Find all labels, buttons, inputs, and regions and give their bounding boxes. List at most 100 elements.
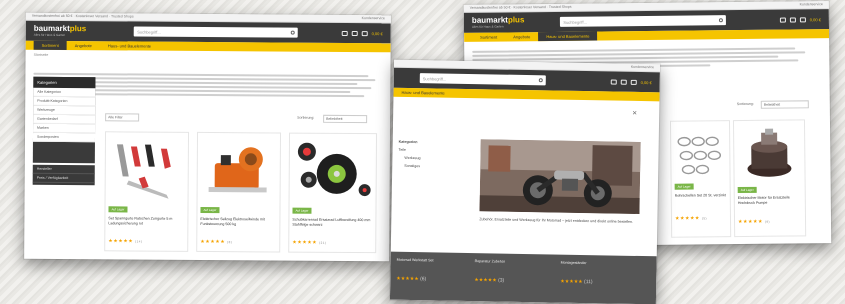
sidebar-item[interactable]: Alle Kategorien [33,87,96,98]
search-placeholder: Suchbegriff... [137,29,161,35]
account-icon[interactable] [789,16,796,23]
rating-stars: ★★★★★ (8) [200,238,233,246]
review-count: (9) [764,219,771,224]
nav-item[interactable]: Haus- und Bauelemente [100,41,159,50]
close-icon[interactable]: ✕ [632,110,637,117]
rating-stars: ★★★★★ (9) [738,218,771,226]
lower-product-row: Motorrad Werkstatt Set Reparatur Zubehör… [389,251,657,304]
browser-window-left: Versandkostenfrei ab 50 € · Kostenloser … [24,12,391,262]
filter-item[interactable]: Preis / Verfügbarkeit [32,173,95,184]
rating-stars: ★★★★★ (11) [560,278,593,286]
site-header: baumarktplus Alles für Haus & Garten Suc… [25,20,391,44]
search-input[interactable]: Suchbegriff... [134,26,299,38]
sidebar-item[interactable]: Gartenbedarf [33,114,96,125]
sort-select[interactable]: Beliebtheit [760,100,809,109]
cart-total[interactable]: 0,00 € [641,80,652,85]
search-icon[interactable] [291,30,296,35]
search-input[interactable]: Suchbegriff... [419,73,546,86]
filter-select[interactable]: Alle Filter [105,113,140,122]
sidebar-heading: Kategorien [33,76,96,89]
stock-badge: Auf Lager [292,207,312,214]
product-card[interactable]: Auf Lager Elektrischer Seilzug Elektrose… [196,131,282,253]
rating-stars: ★★★★★ (14) [108,238,143,245]
stock-badge: Auf Lager [737,186,757,194]
logo-text: baumarkt [471,15,508,25]
cart-icon[interactable] [799,16,806,22]
logo-text: baumarkt [33,23,70,34]
search-icon[interactable] [719,18,724,23]
sidebar-item[interactable]: Sonderposten [32,132,96,143]
side-list-item[interactable]: Teile [399,148,449,153]
product-image [208,147,267,193]
category-sidebar: Kategorien Alle Kategorien Produkt-Kateg… [32,76,96,164]
product-title[interactable]: Montageständer [561,261,631,266]
top-info-text: Versandkostenfrei ab 50 € · Kostenloser … [31,13,134,19]
review-count: (5) [701,216,707,221]
sort-label: Sortierung: [736,101,754,107]
nav-item[interactable]: Haus- und Bauelemente [393,88,452,98]
product-image [297,142,371,197]
logo[interactable]: baumarktplus Alles für Haus & Garten [33,23,87,38]
side-list-item[interactable]: Kategorien [399,140,449,145]
product-card[interactable]: Auf Lager Rohrschellen Set 20 St. verzin… [669,120,732,238]
search-placeholder: Suchbegriff... [563,19,587,25]
product-title[interactable]: Elektrischer Motor für Ersatzteile Hochd… [738,195,802,205]
product-card[interactable]: Auf Lager Set Spanngurte Ratschen Zurrgu… [104,131,190,252]
cart-total[interactable]: 0,00 € [372,31,383,36]
customer-service-link[interactable]: Kundenservice [362,15,385,22]
motorcycle-workshop-image [479,139,641,215]
nav-item-active[interactable]: Haus- und Bauelemente [538,31,598,42]
logo-tagline: Alles für Haus & Garten [33,32,66,38]
nav-item[interactable]: Angebote [505,32,538,41]
rating-stars: ★★★★★ (3) [474,277,505,284]
logo-accent: plus [69,24,87,34]
search-icon[interactable] [538,78,543,83]
side-list-item[interactable]: Sonstiges [404,164,448,169]
product-card[interactable]: Auf Lager Elektrischer Motor für Ersatzt… [732,119,807,238]
sort-select[interactable]: Beliebtheit [323,114,368,124]
review-count: (8) [227,240,233,245]
rating-stars: ★★★★★ (6) [396,275,427,283]
wishlist-icon[interactable] [779,17,786,23]
product-title[interactable]: Motorrad Werkstatt Set [397,258,461,263]
wishlist-icon[interactable] [610,78,617,85]
review-count: (21) [319,240,327,245]
nav-item[interactable]: Sortiment [472,32,505,41]
cart-icon[interactable] [361,30,368,36]
nav-item-active[interactable]: Sortiment [33,40,67,51]
header-icons: 0,00 € [610,78,652,85]
product-title[interactable]: Set Spanngurte Ratschen Zurrgurte 5 m La… [108,216,184,226]
product-title[interactable]: Reparatur Zubehör [475,259,539,264]
rating-stars: ★★★★★ (21) [292,239,327,246]
wishlist-icon[interactable] [341,30,348,36]
product-title[interactable]: Rohrschellen Set 20 St. verzinkt [675,193,727,198]
review-count: (3) [498,277,505,284]
account-icon[interactable] [620,79,627,85]
filter-item[interactable]: Hersteller [32,164,95,175]
sidebar-item[interactable]: Marken [33,123,96,134]
logo-accent: plus [507,15,525,25]
breadcrumb[interactable]: Startseite [26,50,391,63]
customer-service-link[interactable]: Kundenservice [631,64,654,71]
product-title[interactable]: Schubkarrenrad Ersatzrad Luftbereifung 4… [292,218,372,228]
header-icons: 0,00 € [341,30,383,36]
search-placeholder: Suchbegriff... [422,75,447,82]
cart-icon[interactable] [630,79,637,85]
search-input[interactable]: Suchbegriff... [560,15,727,27]
stock-badge: Auf Lager [200,206,220,214]
sidebar-item[interactable]: Produkt-Kategorien [33,96,96,107]
logo[interactable]: baumarktplus Alles für Haus & Garten [471,15,525,29]
sort-label: Sortierung: [297,115,315,120]
sidebar-item[interactable]: Werkzeuge [33,105,96,116]
account-icon[interactable] [351,30,358,36]
filter-sidebar: Hersteller Preis / Verfügbarkeit [32,164,95,186]
cart-total[interactable]: 0,00 € [810,17,821,22]
header-icons: 0,00 € [779,16,821,23]
rating-stars: ★★★★★ (5) [674,215,707,222]
customer-service-link[interactable]: Kundenservice [800,1,823,8]
product-title[interactable]: Elektrischer Seilzug Elektroseilwinde mi… [200,217,276,227]
review-count: (14) [135,239,143,244]
product-card[interactable]: Auf Lager Schubkarrenrad Ersatzrad Luftb… [288,132,378,254]
side-list-item[interactable]: Werkzeug [404,156,448,161]
nav-item[interactable]: Angebote [67,41,100,50]
